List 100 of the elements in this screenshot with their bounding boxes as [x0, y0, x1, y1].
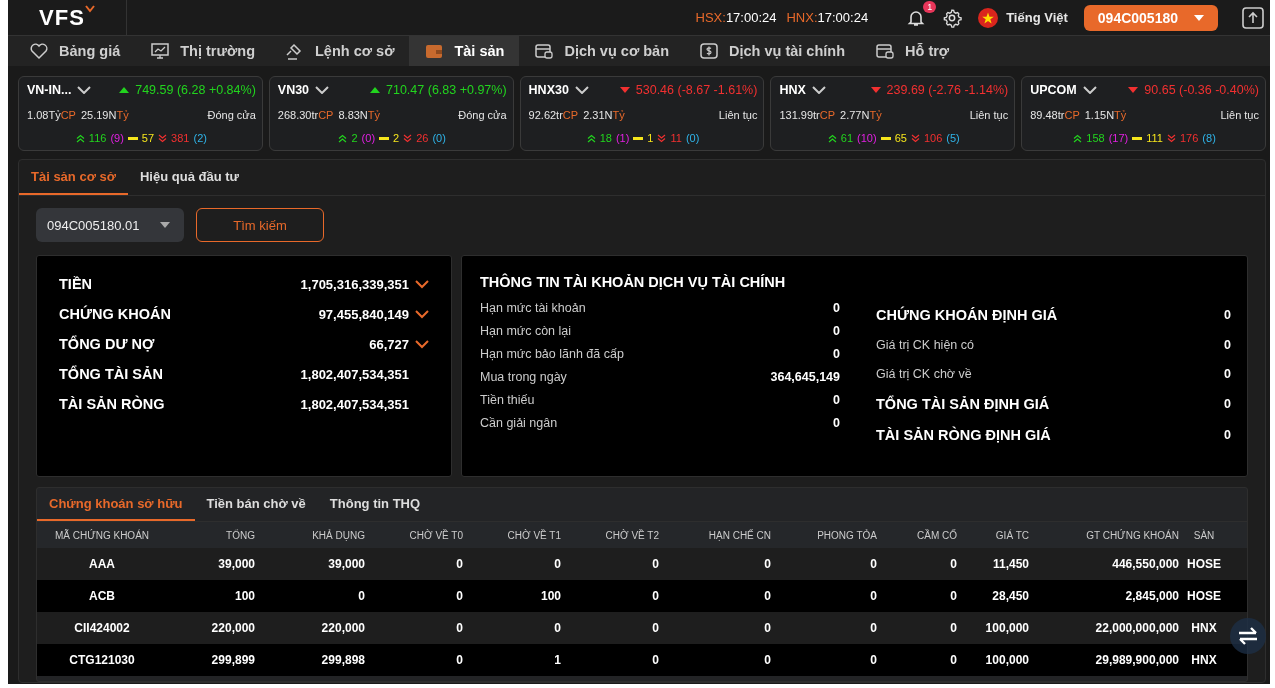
volume-text: 89.48trCP: [1030, 108, 1080, 121]
double-chevron-down-icon: [1167, 133, 1176, 143]
column-header: CẦM CỐ: [916, 529, 957, 541]
settings-icon[interactable]: [942, 7, 963, 28]
info-label: Mua trong ngày: [480, 370, 567, 384]
chevron-down-icon[interactable]: [574, 86, 589, 94]
holdings-tab[interactable]: Tiền bán chờ về: [194, 488, 318, 521]
double-chevron-up-icon: [827, 133, 837, 143]
turnover-text: 8.83NTỷ: [338, 108, 381, 121]
ceiling-count: (10): [857, 132, 877, 144]
double-chevron-up-icon: [1073, 133, 1083, 143]
advances-count: 116: [88, 132, 107, 144]
table-cell-text: 29,989,900,000: [1094, 653, 1179, 667]
column-header: GIÁ TC: [994, 529, 1029, 541]
info-value: 0: [833, 416, 840, 430]
index-card[interactable]: UPCOM 90.65 (-0.36 -0.40%) 89.48trCP 1.15NTỷ Liên tục 158 (17) 111 176 (8): [1021, 76, 1266, 151]
column-header: KHẢ DỤNG: [311, 529, 365, 541]
column-header: CHỜ VỀ T1: [506, 529, 561, 541]
declines-count: 106: [923, 132, 943, 144]
chevron-down-icon[interactable]: [415, 309, 429, 319]
advances-count: 61: [840, 132, 854, 144]
turnover-text: 2.77NTỷ: [840, 108, 882, 121]
table-cell-text: ACB: [88, 589, 116, 603]
double-chevron-down-icon: [657, 133, 667, 143]
table-cell-text: HNX: [1190, 653, 1218, 667]
index-card[interactable]: VN30 710.47 (6.83 +0.97%) 268.30trCP 8.83NTỷ Đóng cửa 2 (0) 2 26 (0): [268, 76, 514, 151]
column-header: GT CHỨNG KHOÁN: [1085, 529, 1179, 541]
table-row[interactable]: ACB 100 0 0 100 0 0 0 0 28,450 2,845,000 HOSE: [37, 580, 1247, 612]
info-label: Hạn mức bảo lãnh đã cấp: [480, 347, 624, 361]
index-value: 239.69 (-2.76 -1.14%): [886, 83, 1009, 97]
chart-board-icon: [150, 41, 171, 61]
dash-icon: [1132, 136, 1143, 140]
info-value: 0: [833, 347, 840, 361]
chevron-down-icon[interactable]: [1082, 86, 1097, 94]
info-value: 364,645,149: [770, 370, 840, 384]
chevron-down-icon[interactable]: [415, 339, 429, 349]
card-icon: [875, 41, 896, 61]
table-cell-text: 39,000: [327, 557, 365, 571]
account-select[interactable]: 094C005180.01: [36, 208, 184, 242]
chevron-down-icon[interactable]: [315, 86, 330, 94]
table-cell-text: 0: [949, 589, 957, 603]
sub-tab[interactable]: Tài sản cơ sở: [19, 160, 128, 195]
declines-count: 176: [1180, 132, 1199, 144]
table-cell-text: 0: [455, 589, 463, 603]
table-cell-text: 299,899: [210, 653, 255, 667]
valuation-value: 0: [1224, 367, 1231, 381]
exchange-clock: HSX:17:00:24: [695, 10, 777, 25]
upload-icon[interactable]: [1242, 6, 1264, 29]
section-title: THÔNG TIN TÀI KHOẢN DỊCH VỤ TÀI CHÍNH: [480, 274, 787, 290]
index-card[interactable]: HNX 239.69 (-2.76 -1.14%) 131.99trCP 2.77NTỷ Liên tục 61 (10) 65 106 (5): [770, 76, 1016, 151]
holdings-tab[interactable]: Thông tin THQ: [317, 488, 433, 521]
unchanged-count: 65: [894, 132, 907, 144]
index-name: VN30: [277, 83, 310, 97]
chevron-down-icon[interactable]: [811, 86, 826, 94]
dollar-icon: [699, 41, 719, 61]
table-row[interactable]: CII424002 220,000 220,000 0 0 0 0 0 0 100,000 22,000,000,000 HNX: [37, 612, 1247, 644]
floor-count: (5): [946, 132, 960, 144]
table-cell-text: 0: [553, 557, 561, 571]
table-cell-text: 11,450: [991, 557, 1029, 571]
index-value: 90.65 (-0.36 -0.40%): [1144, 83, 1259, 97]
chevron-down-icon[interactable]: [77, 86, 92, 94]
turnover-text: 1.15NTỷ: [1084, 108, 1127, 121]
index-card[interactable]: VN-IN... 749.59 (6.28 +0.84%) 1.08TỷCP 25.19NTỷ Đóng cửa 116 (9) 57 381 (2): [18, 76, 263, 151]
search-button[interactable]: Tìm kiếm: [196, 208, 324, 242]
card-icon: [534, 41, 555, 61]
double-chevron-up-icon: [75, 133, 85, 143]
table-cell-text: HOSE: [1186, 557, 1222, 571]
table-cell-text: 446,550,000: [1111, 557, 1179, 571]
summary-value: 1,705,316,339,351: [300, 276, 409, 292]
table-cell-text: 0: [763, 621, 771, 635]
table-row[interactable]: CTG121030 299,899 299,898 0 1 0 0 0 0 100,000 29,989,900,000 HNX: [37, 644, 1247, 676]
table-row[interactable]: AAA 39,000 39,000 0 0 0 0 0 0 11,450 446,550,000 HOSE: [37, 548, 1247, 580]
language-button[interactable]: Tiếng Việt: [978, 7, 1068, 28]
column-header: SÀN: [1192, 529, 1216, 541]
table-cell-text: 0: [651, 653, 659, 667]
info-label: Hạn mức còn lại: [480, 324, 572, 338]
index-value: 749.59 (6.28 +0.84%): [135, 83, 256, 97]
heart-icon: [29, 41, 49, 61]
info-value: 0: [833, 324, 840, 338]
info-label: Hạn mức tài khoản: [480, 301, 586, 315]
exchange-clock: HNX:17:00:24: [786, 10, 869, 25]
volume-text: 1.08TỷCP: [27, 108, 76, 121]
table-cell-text: 2,845,000: [1124, 589, 1179, 603]
double-chevron-up-icon: [586, 133, 596, 143]
double-chevron-down-icon: [158, 133, 168, 143]
table-cell-text: 220,000: [210, 621, 255, 635]
volume-text: 92.62trCP: [528, 108, 579, 121]
index-value: 710.47 (6.83 +0.97%): [386, 83, 507, 97]
chevron-down-icon[interactable]: [415, 279, 429, 289]
index-card[interactable]: HNX30 530.46 (-8.67 -1.61%) 92.62trCP 2.31NTỷ Liên tục 18 (1) 1 11 (0): [519, 76, 765, 151]
turnover-text: 2.31NTỷ: [583, 108, 625, 121]
table-cell-text: 0: [869, 653, 877, 667]
ceiling-count: (17): [1108, 132, 1129, 144]
table-cell-text: 100,000: [984, 653, 1029, 667]
vfs-logo: VFS: [39, 4, 95, 31]
nav-tab[interactable]: Tài sản: [409, 36, 520, 66]
column-header: MÃ CHỨNG KHOÁN: [53, 529, 151, 541]
table-cell-text: AAA: [88, 557, 116, 571]
sub-tab[interactable]: Hiệu quả đầu tư: [127, 160, 251, 195]
index-name: HNX: [779, 83, 806, 97]
